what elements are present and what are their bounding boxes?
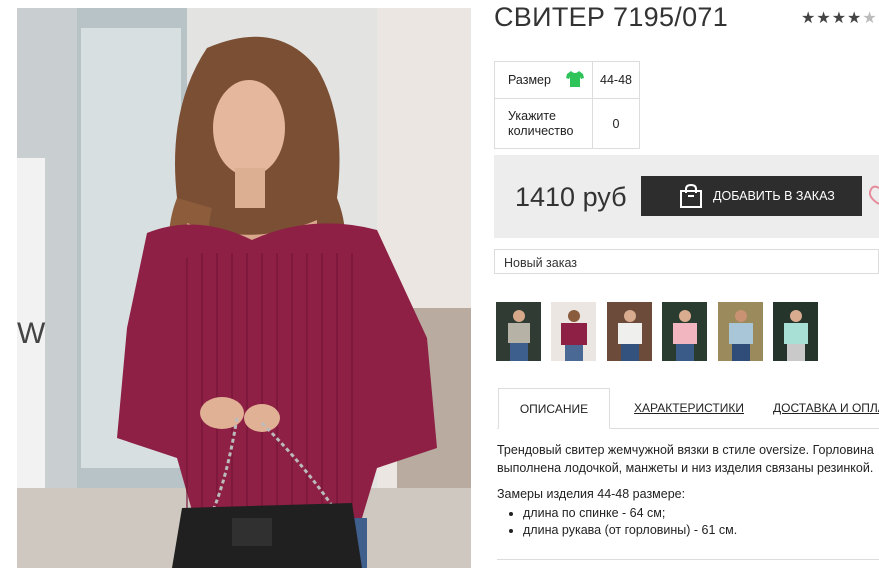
add-to-order-label: ДОБАВИТЬ В ЗАКАЗ: [713, 189, 835, 203]
price-bar: 1410 руб ДОБАВИТЬ В ЗАКАЗ: [494, 155, 879, 238]
star-icon: ★: [801, 10, 817, 27]
description-text: Трендовый свитер жемчужной вязки в стиле…: [497, 443, 874, 475]
product-title: СВИТЕР 7195/071: [494, 2, 729, 32]
order-select[interactable]: Новый заказ: [494, 249, 879, 274]
list-item: длина по спинке - 64 см;: [523, 505, 879, 522]
product-tabs: ОПИСАНИЕ ХАРАКТЕРИСТИКИ ДОСТАВКА И ОПЛАТ…: [497, 388, 879, 429]
qty-label-text: Укажите количество: [508, 108, 574, 138]
star-icon: ★: [847, 10, 863, 27]
star-icon: ★: [816, 10, 832, 27]
rating-stars[interactable]: ★★★★★: [801, 8, 878, 28]
options-table: Размер 44-48 Укажите количество 0: [494, 61, 640, 149]
measurements-list: длина по спинке - 64 см; длина рукава (о…: [497, 505, 879, 538]
thumbnail-pink[interactable]: [662, 302, 707, 361]
product-main-image[interactable]: W: [17, 8, 471, 568]
size-value[interactable]: 44-48: [592, 61, 640, 99]
measurements-title: Замеры изделия 44-48 размере:: [497, 487, 686, 501]
size-label-cell: Размер: [494, 61, 593, 99]
thumbnail-burgundy[interactable]: [551, 302, 596, 361]
thumbnail-blue[interactable]: [718, 302, 763, 361]
star-empty-icon: ★: [862, 10, 878, 27]
description-panel: Трендовый свитер жемчужной вязки в стиле…: [497, 441, 879, 538]
thumbnail-mint[interactable]: [773, 302, 818, 361]
price: 1410 руб: [515, 182, 627, 212]
thumbnail-grey[interactable]: [496, 302, 541, 361]
tab-characteristics[interactable]: ХАРАКТЕРИСТИКИ: [634, 388, 744, 428]
add-to-order-button[interactable]: ДОБАВИТЬ В ЗАКАЗ: [641, 176, 862, 216]
tab-delivery[interactable]: ДОСТАВКА И ОПЛАТА: [773, 388, 879, 428]
list-item: длина рукава (от горловины) - 61 см.: [523, 522, 879, 539]
divider: [497, 559, 879, 560]
heart-icon[interactable]: [868, 184, 879, 211]
tshirt-icon: [566, 70, 585, 90]
shopping-bag-icon: [679, 183, 703, 211]
svg-text:W: W: [17, 317, 46, 350]
size-label: Размер: [508, 72, 551, 87]
star-icon: ★: [831, 10, 848, 27]
tab-description[interactable]: ОПИСАНИЕ: [498, 388, 610, 429]
qty-label: Укажите количество: [494, 98, 593, 149]
thumbnail-white[interactable]: [607, 302, 652, 361]
qty-input[interactable]: 0: [592, 98, 640, 149]
